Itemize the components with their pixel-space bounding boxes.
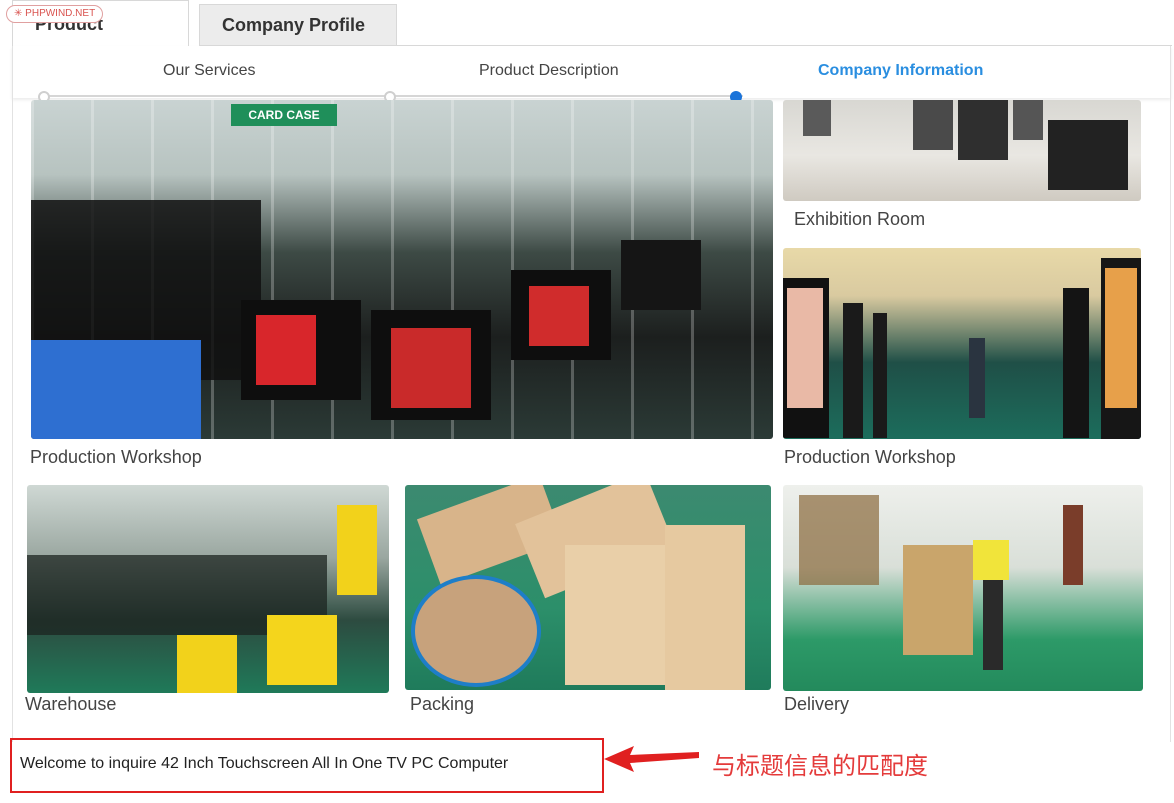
red-arrow-icon (604, 746, 699, 772)
watermark-text: PHPWIND.NET (25, 8, 96, 19)
caption-warehouse: Warehouse (25, 694, 117, 714)
inquiry-text: Welcome to inquire 42 Inch Touchscreen A… (20, 755, 509, 772)
delivery-photo (783, 485, 1143, 691)
caption-exhibition-room: Exhibition Room (794, 209, 926, 229)
subnav-product-description[interactable]: Product Description (479, 62, 619, 80)
caption-delivery: Delivery (784, 694, 850, 714)
caption-production-workshop-2: Production Workshop (784, 447, 956, 467)
asterisk-icon: ✳ (14, 8, 26, 19)
watermark-badge: ✳ PHPWIND.NET (6, 5, 104, 23)
exhibition-room-photo (783, 100, 1141, 201)
tab-company-profile[interactable]: Company Profile (199, 4, 397, 46)
subnav-our-services[interactable]: Our Services (163, 62, 255, 80)
production-workshop-photo: CARD CASE (31, 100, 773, 439)
tab-bar: Product Details Company Profile (12, 0, 1172, 80)
section-subnav: Our Services Product Description Company… (12, 46, 1171, 103)
card-case-sign: CARD CASE (231, 104, 337, 126)
subnav-company-information[interactable]: Company Information (818, 62, 983, 80)
inquiry-highlight-box: Welcome to inquire 42 Inch Touchscreen A… (10, 738, 604, 793)
warehouse-photo (27, 485, 389, 693)
annotation-text: 与标题信息的匹配度 (712, 752, 928, 780)
packing-photo (405, 485, 771, 690)
production-workshop-photo-2 (783, 248, 1141, 439)
caption-production-workshop-1: Production Workshop (30, 447, 202, 467)
caption-packing: Packing (410, 694, 475, 714)
